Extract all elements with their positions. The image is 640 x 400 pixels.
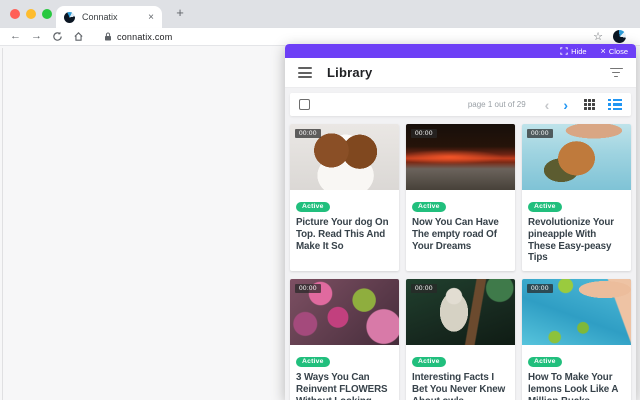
video-thumbnail[interactable]: 00:00 <box>522 279 631 346</box>
bookmark-star-icon[interactable]: ☆ <box>593 30 603 43</box>
next-page-icon[interactable]: › <box>563 98 568 112</box>
close-icon: × <box>600 45 606 56</box>
status-badge: Active <box>296 356 330 367</box>
video-title: Now You Can Have The empty road Of Your … <box>412 217 499 252</box>
library-video-card[interactable]: 00:00 Active Picture Your dog On Top. Re… <box>290 124 399 272</box>
home-icon[interactable] <box>73 31 84 42</box>
panel-titlebar: Hide × Close <box>285 44 636 58</box>
card-body: Active Picture Your dog On Top. Read Thi… <box>290 190 399 259</box>
status-badge: Active <box>412 201 446 212</box>
video-title: How To Make Your lemons Look Like A Mill… <box>528 372 619 400</box>
hide-button[interactable]: Hide <box>560 47 587 56</box>
video-title: Revolutionize Your pineapple With These … <box>528 217 615 264</box>
select-all-checkbox[interactable] <box>299 99 310 110</box>
menu-icon[interactable] <box>298 66 312 79</box>
back-icon[interactable]: ← <box>10 31 21 42</box>
duration-badge: 00:00 <box>295 129 321 138</box>
close-button[interactable]: × Close <box>600 45 628 56</box>
tab-title: Connatix <box>82 12 118 22</box>
status-badge: Active <box>296 201 330 212</box>
grid-view-icon[interactable] <box>584 99 595 110</box>
window-close-button[interactable] <box>10 9 20 19</box>
prev-page-icon[interactable]: ‹ <box>545 98 550 112</box>
new-tab-button[interactable]: + <box>172 5 188 21</box>
url-text: connatix.com <box>117 31 173 42</box>
library-toolbar: page 1 out of 29 ‹ › <box>290 93 631 116</box>
duration-badge: 00:00 <box>295 284 321 294</box>
window-zoom-button[interactable] <box>42 9 52 19</box>
duration-badge: 00:00 <box>411 129 437 138</box>
video-thumbnail[interactable]: 00:00 <box>406 124 515 190</box>
filter-icon[interactable] <box>609 67 623 79</box>
status-badge: Active <box>528 356 562 367</box>
card-body: Active 3 Ways You Can Reinvent FLOWERS W… <box>290 345 399 400</box>
duration-badge: 00:00 <box>411 284 437 294</box>
page-title: Library <box>327 65 373 80</box>
connatix-favicon <box>64 11 75 23</box>
status-badge: Active <box>412 356 446 367</box>
library-video-card[interactable]: 00:00 Active Now You Can Have The empty … <box>406 124 515 272</box>
lock-icon <box>105 32 111 41</box>
card-body: Active Revolutionize Your pineapple With… <box>522 190 631 271</box>
reload-icon[interactable] <box>52 31 63 42</box>
connatix-extension-icon[interactable] <box>613 30 626 43</box>
hide-icon <box>560 47 568 55</box>
list-view-icon[interactable] <box>608 98 622 111</box>
video-thumbnail[interactable]: 00:00 <box>290 279 399 346</box>
library-video-card[interactable]: 00:00 Active Interesting Facts I Bet You… <box>406 279 515 400</box>
browser-tab[interactable]: Connatix × <box>56 6 162 28</box>
video-title: 3 Ways You Can Reinvent FLOWERS Without … <box>296 372 388 400</box>
video-title: Interesting Facts I Bet You Never Knew A… <box>412 372 506 400</box>
forward-icon[interactable]: → <box>31 31 42 42</box>
card-body: Active Now You Can Have The empty road O… <box>406 190 515 259</box>
status-badge: Active <box>528 201 562 212</box>
connatix-library-panel: Hide × Close Library page 1 out of 29 ‹ … <box>285 44 636 400</box>
panel-header: Library <box>285 58 636 88</box>
window-minimize-button[interactable] <box>26 9 36 19</box>
library-video-card[interactable]: 00:00 Active Revolutionize Your pineappl… <box>522 124 631 272</box>
card-body: Active Interesting Facts I Bet You Never… <box>406 345 515 400</box>
video-thumbnail[interactable]: 00:00 <box>290 124 399 190</box>
browser-tabstrip: Connatix × + <box>0 0 640 28</box>
video-thumbnail[interactable]: 00:00 <box>406 279 515 346</box>
card-body: Active How To Make Your lemons Look Like… <box>522 345 631 400</box>
library-video-card[interactable]: 00:00 Active 3 Ways You Can Reinvent FLO… <box>290 279 399 400</box>
cards-grid: 00:00 Active Picture Your dog On Top. Re… <box>285 121 636 400</box>
pagination-label: page 1 out of 29 <box>467 100 526 109</box>
library-video-card[interactable]: 00:00 Active How To Make Your lemons Loo… <box>522 279 631 400</box>
tab-close-icon[interactable]: × <box>148 12 154 23</box>
duration-badge: 00:00 <box>527 129 553 138</box>
duration-badge: 00:00 <box>527 284 553 294</box>
url-bar[interactable]: connatix.com <box>96 30 181 43</box>
video-title: Picture Your dog On Top. Read This And M… <box>296 217 389 252</box>
video-thumbnail[interactable]: 00:00 <box>522 124 631 190</box>
